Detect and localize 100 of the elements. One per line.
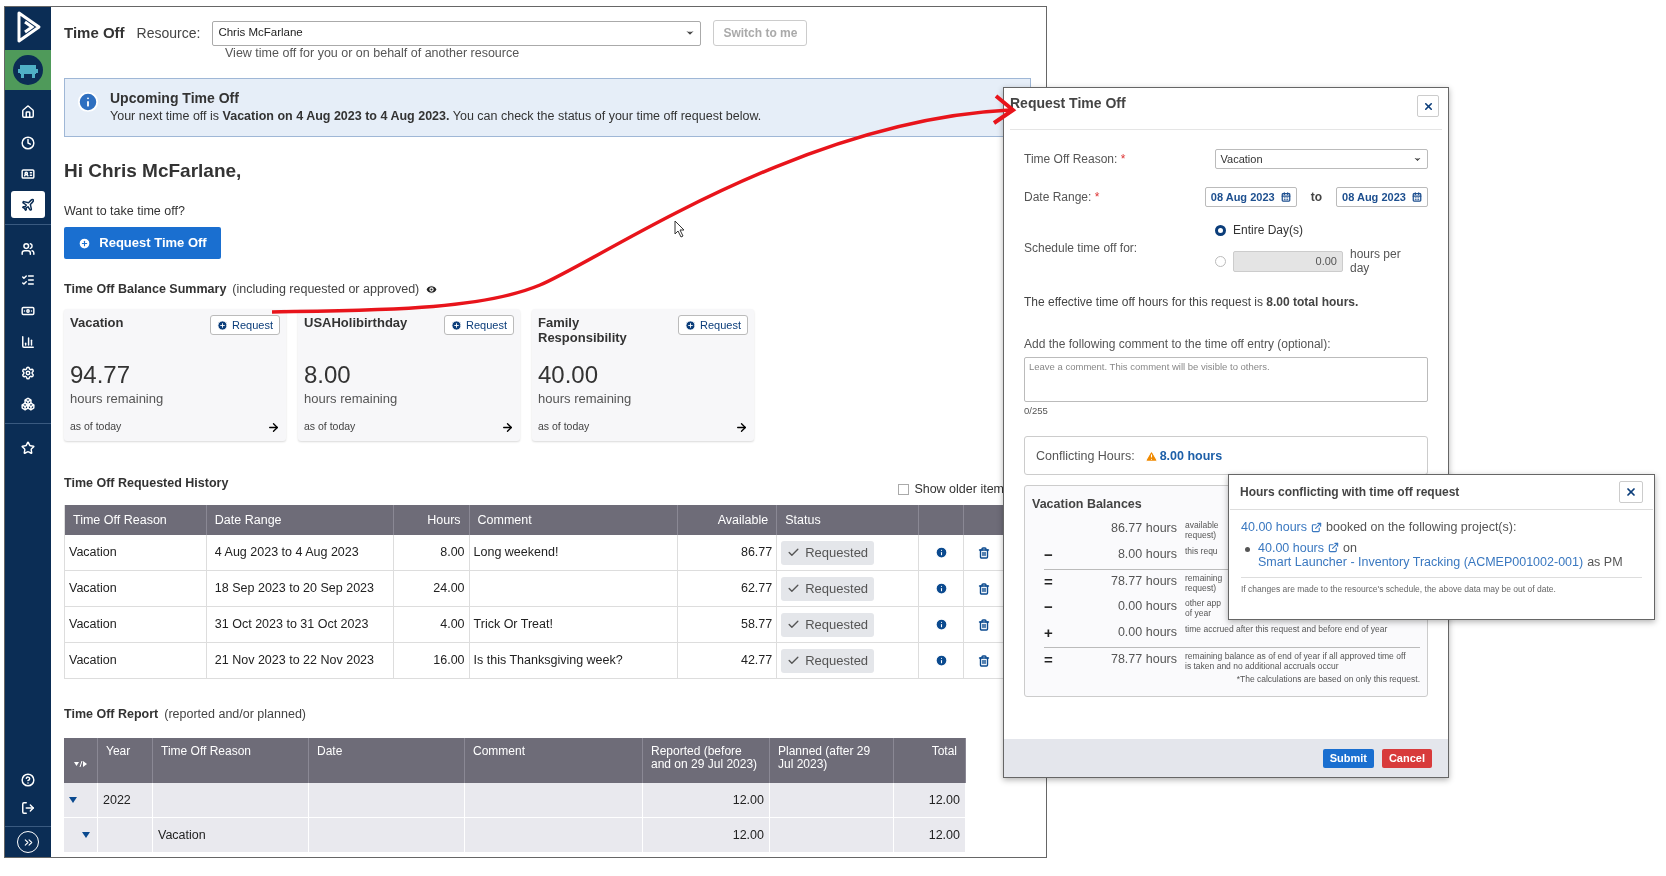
status-badge: Requested: [781, 612, 875, 637]
card-unit: hours remaining: [538, 390, 633, 408]
section-title: Time Off Requested History: [64, 475, 229, 491]
reason-select[interactable]: Vacation: [1214, 149, 1428, 169]
cancel-button[interactable]: Cancel: [1381, 748, 1432, 768]
card-date: as of today: [538, 419, 590, 435]
balances-title: Vacation Balances: [1032, 496, 1142, 514]
column-header: Time Off Reason: [153, 738, 309, 783]
plus-icon: [78, 236, 92, 250]
column-header: Reported (before and on 29 Jul 2023): [643, 738, 770, 783]
column-header: Available: [678, 505, 778, 535]
close-icon: [1422, 100, 1434, 112]
date-field[interactable]: 08 Aug 2023: [1204, 187, 1297, 207]
plus-icon: [685, 319, 696, 331]
bar-chart-icon: [21, 334, 35, 349]
close-button[interactable]: [1417, 95, 1439, 117]
column-header: Total: [894, 738, 966, 783]
warning-icon: [1144, 450, 1158, 464]
page-title: Time Off: [64, 22, 125, 43]
external-link-icon[interactable]: [1311, 521, 1323, 533]
date-separator: to: [1310, 189, 1323, 206]
hours-link[interactable]: 40.00 hours: [1258, 540, 1325, 555]
plus-icon: [217, 319, 228, 331]
close-button[interactable]: [1619, 481, 1643, 503]
close-icon: [1625, 486, 1637, 498]
nav-item[interactable]: [11, 191, 45, 218]
greeting: Hi Chris McFarlane,: [64, 159, 243, 183]
section-title: Time Off Report: [64, 706, 159, 722]
request-time-off-button[interactable]: Request Time Off: [64, 227, 221, 259]
card-value: 8.00: [304, 361, 352, 389]
arrow-right-icon[interactable]: [267, 420, 280, 434]
column-header: [964, 505, 1004, 535]
avatar-icon: [12, 54, 44, 86]
card-request-button[interactable]: Request: [678, 315, 748, 335]
hours-input[interactable]: 0.00: [1233, 250, 1343, 272]
resource-select[interactable]: Chris McFarlane: [212, 20, 702, 46]
column-header: Comment: [465, 738, 643, 783]
card-request-button[interactable]: Request: [210, 315, 280, 335]
balance-description: request): [1185, 583, 1217, 594]
settings-icon: [21, 365, 35, 380]
column-header: Date: [309, 738, 465, 783]
radio-button[interactable]: [1215, 255, 1226, 267]
date-field[interactable]: 08 Aug 2023: [1336, 187, 1428, 207]
status-badge: Requested: [781, 576, 875, 601]
balance-hours: 78.77 hours: [1109, 574, 1177, 590]
submit-button[interactable]: Submit: [1322, 748, 1374, 768]
home-icon: [21, 104, 35, 119]
banner-text: Your next time off is Vacation on 4 Aug 2023 to 4 Aug 2023. You can check the status of your time off request below.: [110, 108, 762, 125]
trash-icon[interactable]: [977, 654, 990, 667]
balance-description: of year: [1185, 608, 1211, 619]
caret-down-icon[interactable]: [82, 831, 90, 839]
arrow-right-icon[interactable]: [735, 420, 748, 434]
checkbox[interactable]: [898, 484, 910, 496]
balance-hours: 0.00 hours: [1116, 599, 1177, 615]
dropdown-icon: [685, 28, 696, 38]
field-label: Schedule time off for:: [1024, 240, 1139, 257]
trash-icon[interactable]: [977, 546, 990, 559]
column-header: [919, 505, 964, 535]
mouse-cursor-icon: [674, 220, 686, 238]
eye-icon[interactable]: [425, 282, 439, 296]
radio-button[interactable]: [1215, 224, 1226, 236]
role-text: as PM: [1587, 554, 1623, 569]
project-link[interactable]: Smart Launcher - Inventory Tracking (ACMEP001002-001): [1258, 554, 1584, 569]
balance-description: request): [1185, 530, 1217, 541]
trash-icon[interactable]: [977, 582, 990, 595]
info-icon[interactable]: [934, 654, 948, 667]
hours-link[interactable]: 40.00 hours: [1241, 518, 1308, 537]
boxes-icon: [21, 396, 35, 411]
balance-description: time accrued after this request and before end of year: [1185, 625, 1388, 635]
comment-field[interactable]: Leave a comment. This comment will be visible to others.: [1024, 357, 1428, 402]
table-cell: Is this Thanksgiving week?: [469, 643, 679, 679]
comment-label: Add the following comment to the time off entry (optional):: [1024, 336, 1332, 353]
balance-description: remaining: [1185, 574, 1223, 584]
external-link-icon[interactable]: [1328, 542, 1340, 554]
field-label: Date Range: *: [1024, 189, 1101, 206]
card-title: Vacation: [70, 315, 125, 330]
checkbox-label: Show older item: [914, 481, 1004, 499]
trash-icon[interactable]: [977, 618, 990, 631]
info-icon[interactable]: [934, 618, 948, 631]
card-date: as of today: [70, 419, 122, 435]
card-date: as of today: [304, 419, 356, 435]
table-cell: 21 Nov 2023 to 22 Nov 2023: [206, 643, 394, 679]
column-header: Time Off Reason: [65, 505, 207, 535]
column-header: Status: [777, 505, 920, 535]
sign-symbol: −: [1044, 547, 1054, 563]
radio-label: hours per day: [1350, 247, 1402, 275]
conflict-hours-link[interactable]: 8.00 hours: [1159, 447, 1223, 466]
field-label: Time Off Reason: *: [1024, 151, 1127, 168]
arrow-right-icon[interactable]: [501, 420, 514, 434]
sign-symbol: +: [1044, 625, 1054, 641]
info-icon[interactable]: [934, 546, 948, 559]
card-request-button[interactable]: Request: [444, 315, 514, 335]
balance-hours: 8.00 hours: [1116, 547, 1177, 563]
info-icon[interactable]: [934, 582, 948, 595]
resource-hint: View time off for you or on behalf of another resource: [225, 46, 521, 60]
expand-collapse-icon[interactable]: [73, 760, 88, 768]
sign-symbol: =: [1044, 652, 1054, 668]
column-header: Hours: [393, 505, 470, 535]
help-icon: [21, 773, 35, 787]
caret-down-icon[interactable]: [69, 796, 77, 804]
